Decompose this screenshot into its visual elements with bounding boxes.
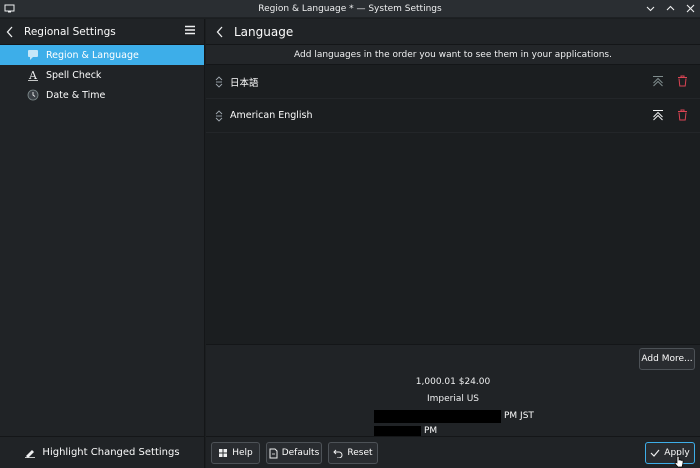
sidebar-header: Regional Settings (0, 19, 204, 45)
close-icon[interactable] (684, 2, 696, 14)
highlight-changed-settings-button[interactable]: Highlight Changed Settings (0, 436, 204, 468)
drag-handle-icon[interactable] (214, 75, 224, 88)
checkmark-icon (650, 449, 660, 457)
page-header: Language (206, 19, 700, 45)
add-more-label: Add More... (641, 354, 693, 364)
sidebar-item-label: Spell Check (46, 69, 102, 81)
back-icon[interactable] (6, 26, 18, 38)
help-icon (219, 449, 228, 457)
maximize-icon[interactable] (664, 2, 676, 14)
sidebar-item-date-time[interactable]: Date & Time (0, 85, 204, 105)
back-icon[interactable] (216, 26, 224, 38)
highlighter-icon (25, 450, 36, 458)
hamburger-menu-icon[interactable] (184, 25, 198, 38)
main-panel: Language Add languages in the order you … (206, 19, 700, 468)
language-name: 日本語 (230, 77, 259, 89)
spell-check-icon: A (27, 69, 39, 81)
drag-handle-icon[interactable] (214, 109, 224, 122)
add-more-button[interactable]: Add More... (639, 348, 695, 370)
window-title: Region & Language * — System Settings (258, 3, 442, 14)
info-message: Add languages in the order you want to s… (206, 45, 700, 65)
sidebar-item-spell-check[interactable]: A Spell Check (0, 65, 204, 85)
document-icon (269, 448, 278, 458)
defaults-button[interactable]: Defaults (266, 442, 322, 464)
sidebar-item-label: Date & Time (46, 89, 106, 101)
move-to-top-icon[interactable] (652, 75, 664, 87)
sidebar-title: Regional Settings (24, 25, 116, 38)
number-currency-preview: 1,000.01 $24.00 (415, 377, 491, 387)
language-row[interactable]: American English (206, 99, 700, 133)
sidebar: Regional Settings Region & Language A Sp… (0, 19, 205, 468)
apply-button[interactable]: Apply (645, 442, 695, 464)
undo-icon (333, 449, 343, 458)
page-title: Language (234, 24, 294, 39)
minimize-icon[interactable] (644, 2, 656, 14)
help-button[interactable]: Help (211, 442, 260, 464)
redacted-block (374, 410, 501, 423)
delete-icon[interactable] (676, 75, 688, 87)
language-name: American English (230, 110, 313, 121)
info-text: Add languages in the order you want to s… (294, 49, 612, 60)
language-list: 日本語 American English (206, 65, 700, 343)
clock-icon (27, 89, 39, 101)
defaults-label: Defaults (281, 448, 320, 458)
move-to-top-icon[interactable] (652, 109, 664, 121)
reset-button[interactable]: Reset (328, 442, 378, 464)
sidebar-item-region-language[interactable]: Region & Language (0, 45, 204, 65)
region-icon (27, 49, 39, 61)
mouse-cursor-icon (674, 455, 684, 468)
help-label: Help (232, 448, 253, 458)
system-settings-icon (4, 4, 15, 13)
language-row[interactable]: 日本語 (206, 65, 700, 99)
footer-bar: Help Defaults Reset Apply (206, 436, 700, 468)
sidebar-item-label: Region & Language (46, 49, 139, 61)
reset-label: Reset (347, 448, 373, 458)
highlight-label: Highlight Changed Settings (42, 447, 180, 458)
title-bar: Region & Language * — System Settings (0, 0, 700, 18)
short-time-preview-suffix: PM (424, 426, 438, 436)
delete-icon[interactable] (676, 109, 688, 121)
svg-text:A: A (28, 69, 38, 81)
time-preview-suffix: PM JST (504, 411, 534, 421)
measurement-preview: Imperial US (426, 394, 480, 404)
preview-area: Add More... 1,000.01 $24.00 Imperial US … (206, 344, 700, 437)
